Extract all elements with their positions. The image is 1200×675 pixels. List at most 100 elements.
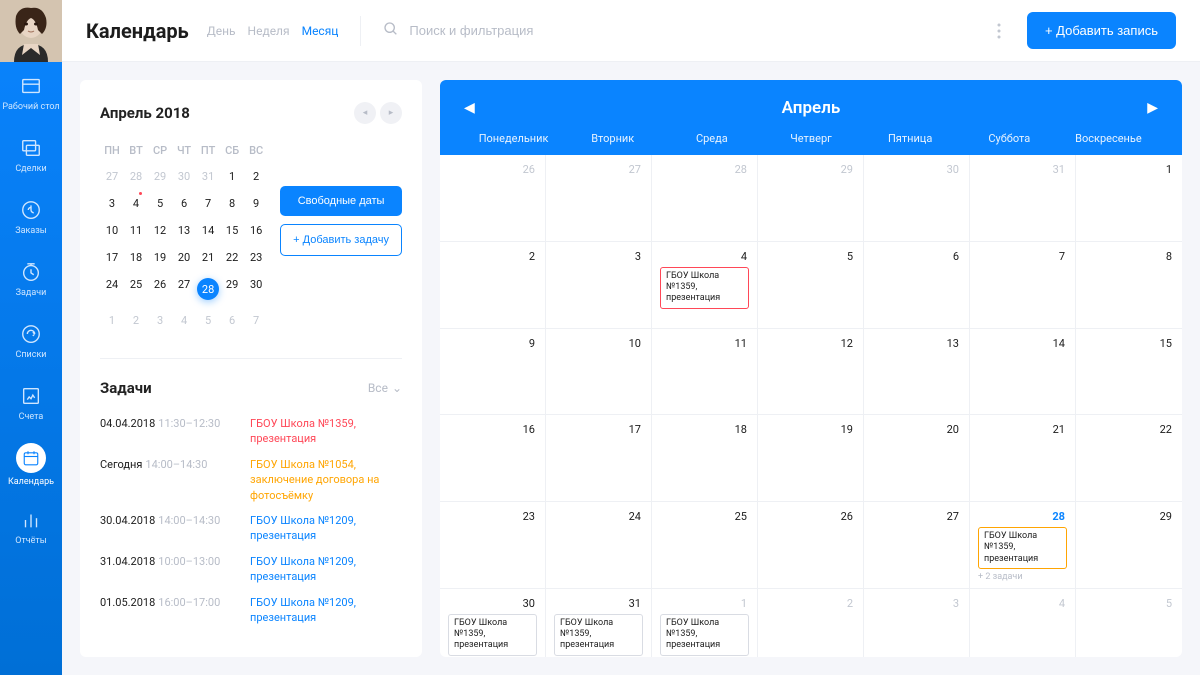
- avatar[interactable]: [0, 0, 62, 62]
- mini-day[interactable]: 17: [100, 244, 124, 271]
- search-input[interactable]: [409, 23, 709, 38]
- cal-day[interactable]: 18: [652, 415, 758, 502]
- cal-day[interactable]: 29: [1076, 502, 1182, 589]
- mini-day[interactable]: 5: [148, 190, 172, 217]
- mini-day[interactable]: 12: [148, 217, 172, 244]
- mini-day[interactable]: 4: [172, 307, 196, 334]
- cal-day[interactable]: 28ГБОУ Школа №1359, презентация+ 2 задач…: [970, 502, 1076, 589]
- mini-day[interactable]: 26: [148, 271, 172, 307]
- mini-day[interactable]: 1: [220, 163, 244, 190]
- sidebar-item-chat[interactable]: Сделки: [0, 124, 62, 186]
- cal-day[interactable]: 24: [546, 502, 652, 589]
- sidebar-item-orders[interactable]: Заказы: [0, 186, 62, 248]
- mini-day[interactable]: 30: [172, 163, 196, 190]
- cal-day[interactable]: 31: [970, 155, 1076, 242]
- cal-day[interactable]: 26: [440, 155, 546, 242]
- cal-event[interactable]: ГБОУ Школа №1359, презентация: [660, 614, 749, 656]
- view-tab-1[interactable]: Неделя: [248, 24, 290, 38]
- cal-day[interactable]: 30: [864, 155, 970, 242]
- cal-day[interactable]: 4: [970, 589, 1076, 657]
- sidebar-item-dashboard[interactable]: Рабочий стол: [0, 62, 62, 124]
- view-tab-2[interactable]: Месяц: [302, 24, 339, 38]
- add-record-button[interactable]: + Добавить запись: [1027, 12, 1176, 49]
- mini-day[interactable]: 21: [196, 244, 220, 271]
- mini-day[interactable]: 29: [220, 271, 244, 307]
- sidebar-item-reports[interactable]: Отчёты: [0, 496, 62, 558]
- mini-day[interactable]: 27: [172, 271, 196, 307]
- cal-day[interactable]: 28: [652, 155, 758, 242]
- mini-day[interactable]: 6: [172, 190, 196, 217]
- task-row[interactable]: 04.04.201811:30–12:30ГБОУ Школа №1359, п…: [100, 411, 402, 452]
- mini-day[interactable]: 7: [244, 307, 268, 334]
- mini-day[interactable]: 7: [196, 190, 220, 217]
- cal-day[interactable]: 3: [864, 589, 970, 657]
- mini-day[interactable]: 11: [124, 217, 148, 244]
- cal-day[interactable]: 11: [652, 329, 758, 416]
- mini-day[interactable]: 5: [196, 307, 220, 334]
- tasks-filter[interactable]: Все ⌄: [368, 381, 402, 395]
- cal-event[interactable]: ГБОУ Школа №1359, презентация: [448, 614, 537, 656]
- cal-day[interactable]: 1: [1076, 155, 1182, 242]
- cal-day[interactable]: 2: [758, 589, 864, 657]
- cal-day[interactable]: 19: [758, 415, 864, 502]
- cal-day[interactable]: 22: [1076, 415, 1182, 502]
- mini-day[interactable]: 28: [196, 271, 220, 307]
- cal-event[interactable]: ГБОУ Школа №1359, презентация: [554, 614, 643, 656]
- cal-day[interactable]: 13: [864, 329, 970, 416]
- mini-day[interactable]: 2: [124, 307, 148, 334]
- mini-next-button[interactable]: ▸: [380, 102, 402, 124]
- cal-day[interactable]: 8: [1076, 242, 1182, 329]
- cal-next-button[interactable]: ▶: [1147, 100, 1158, 116]
- cal-day[interactable]: 9: [440, 329, 546, 416]
- add-task-button[interactable]: + Добавить задачу: [280, 224, 402, 256]
- cal-day[interactable]: 20: [864, 415, 970, 502]
- view-tab-0[interactable]: День: [207, 24, 236, 38]
- mini-day[interactable]: 10: [100, 217, 124, 244]
- task-row[interactable]: Сегодня14:00–14:30ГБОУ Школа №1054, закл…: [100, 452, 402, 508]
- sidebar-item-calendar[interactable]: Календарь: [0, 434, 62, 496]
- mini-day[interactable]: 27: [100, 163, 124, 190]
- free-dates-button[interactable]: Свободные даты: [280, 186, 402, 216]
- cal-day[interactable]: 29: [758, 155, 864, 242]
- sidebar-item-clock[interactable]: Задачи: [0, 248, 62, 310]
- cal-more[interactable]: + 2 задачи: [978, 572, 1067, 582]
- cal-day[interactable]: 17: [546, 415, 652, 502]
- mini-day[interactable]: 14: [196, 217, 220, 244]
- cal-day[interactable]: 15: [1076, 329, 1182, 416]
- sidebar-item-cycle[interactable]: Списки: [0, 310, 62, 372]
- mini-day[interactable]: 4: [124, 190, 148, 217]
- cal-event[interactable]: ГБОУ Школа №1359, презентация: [660, 267, 749, 309]
- mini-day[interactable]: 20: [172, 244, 196, 271]
- mini-day[interactable]: 1: [100, 307, 124, 334]
- mini-day[interactable]: 19: [148, 244, 172, 271]
- cal-day[interactable]: 10: [546, 329, 652, 416]
- cal-day[interactable]: 30ГБОУ Школа №1359, презентация+ 2 задач…: [440, 589, 546, 657]
- cal-day[interactable]: 12: [758, 329, 864, 416]
- cal-prev-button[interactable]: ◀: [464, 100, 475, 116]
- cal-day[interactable]: 6: [864, 242, 970, 329]
- mini-day[interactable]: 24: [100, 271, 124, 307]
- task-row[interactable]: 31.04.201810:00–13:00ГБОУ Школа №1209, п…: [100, 549, 402, 590]
- mini-prev-button[interactable]: ◂: [354, 102, 376, 124]
- task-row[interactable]: 30.04.201814:00–14:30ГБОУ Школа №1209, п…: [100, 508, 402, 549]
- mini-day[interactable]: 2: [244, 163, 268, 190]
- cal-day[interactable]: 25: [652, 502, 758, 589]
- cal-day[interactable]: 14: [970, 329, 1076, 416]
- cal-day[interactable]: 16: [440, 415, 546, 502]
- mini-day[interactable]: 3: [100, 190, 124, 217]
- mini-day[interactable]: 28: [124, 163, 148, 190]
- mini-day[interactable]: 16: [244, 217, 268, 244]
- mini-day[interactable]: 8: [220, 190, 244, 217]
- more-icon[interactable]: [985, 17, 1013, 45]
- mini-day[interactable]: 30: [244, 271, 268, 307]
- mini-day[interactable]: 23: [244, 244, 268, 271]
- cal-day[interactable]: 27: [546, 155, 652, 242]
- cal-day[interactable]: 31ГБОУ Школа №1359, презентация: [546, 589, 652, 657]
- cal-day[interactable]: 1ГБОУ Школа №1359, презентация: [652, 589, 758, 657]
- task-row[interactable]: 01.05.201816:00–17:00ГБОУ Школа №1209, п…: [100, 590, 402, 631]
- cal-day[interactable]: 4ГБОУ Школа №1359, презентация: [652, 242, 758, 329]
- mini-day[interactable]: 13: [172, 217, 196, 244]
- cal-day[interactable]: 2: [440, 242, 546, 329]
- mini-day[interactable]: 18: [124, 244, 148, 271]
- cal-day[interactable]: 21: [970, 415, 1076, 502]
